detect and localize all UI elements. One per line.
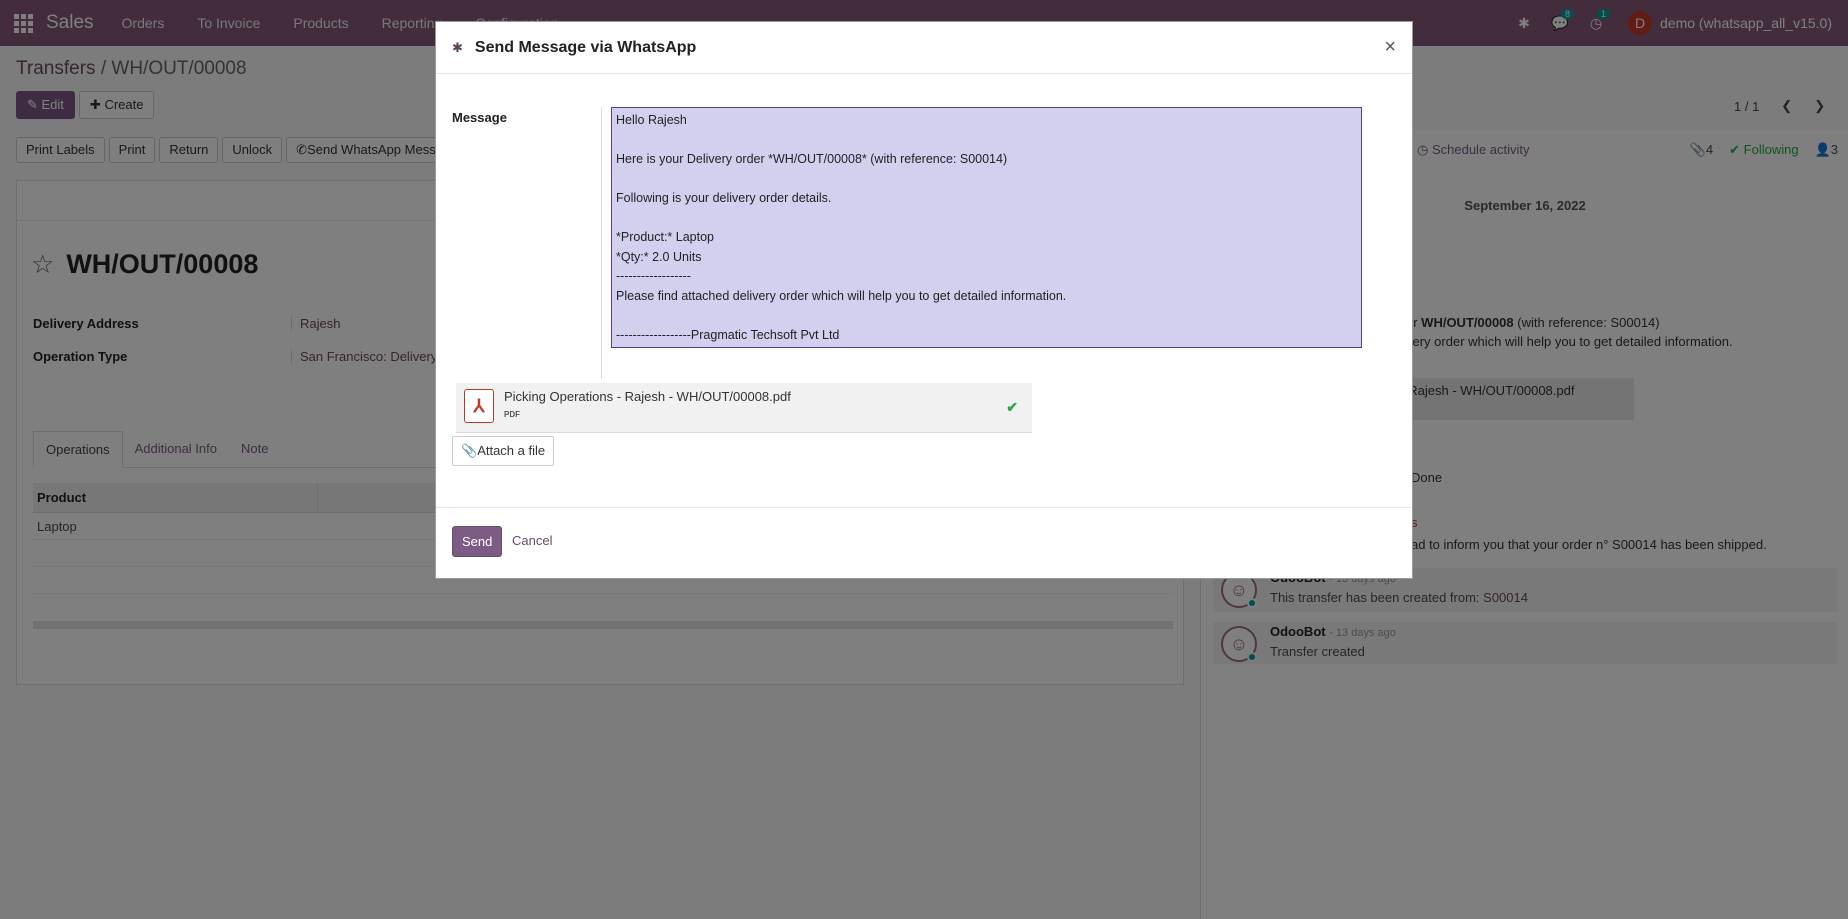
attachment-name[interactable]: Picking Operations - Rajesh - WH/OUT/000…	[504, 389, 791, 404]
cancel-button[interactable]: Cancel	[512, 533, 552, 548]
attachment-item[interactable]: ⅄ Picking Operations - Rajesh - WH/OUT/0…	[456, 383, 1032, 433]
close-icon[interactable]: ×	[1384, 36, 1396, 59]
attach-file-button[interactable]: 📎Attach a file	[452, 436, 555, 466]
bug-icon: ✱	[452, 39, 463, 55]
message-label: Message	[452, 110, 507, 125]
pdf-icon: ⅄	[464, 389, 494, 423]
dialog-header: ✱ Send Message via WhatsApp ×	[436, 22, 1412, 74]
whatsapp-dialog: ✱ Send Message via WhatsApp × Message ⅄ …	[435, 21, 1413, 579]
message-textarea[interactable]	[611, 107, 1362, 348]
send-button[interactable]: Send	[452, 526, 503, 557]
field-divider	[601, 107, 602, 379]
attachment-extension: PDF	[504, 410, 520, 419]
dialog-footer: Send Cancel	[436, 507, 1412, 579]
dialog-title: Send Message via WhatsApp	[474, 38, 697, 56]
paperclip-icon: 📎	[461, 443, 478, 458]
check-icon: ✔	[1006, 399, 1018, 415]
